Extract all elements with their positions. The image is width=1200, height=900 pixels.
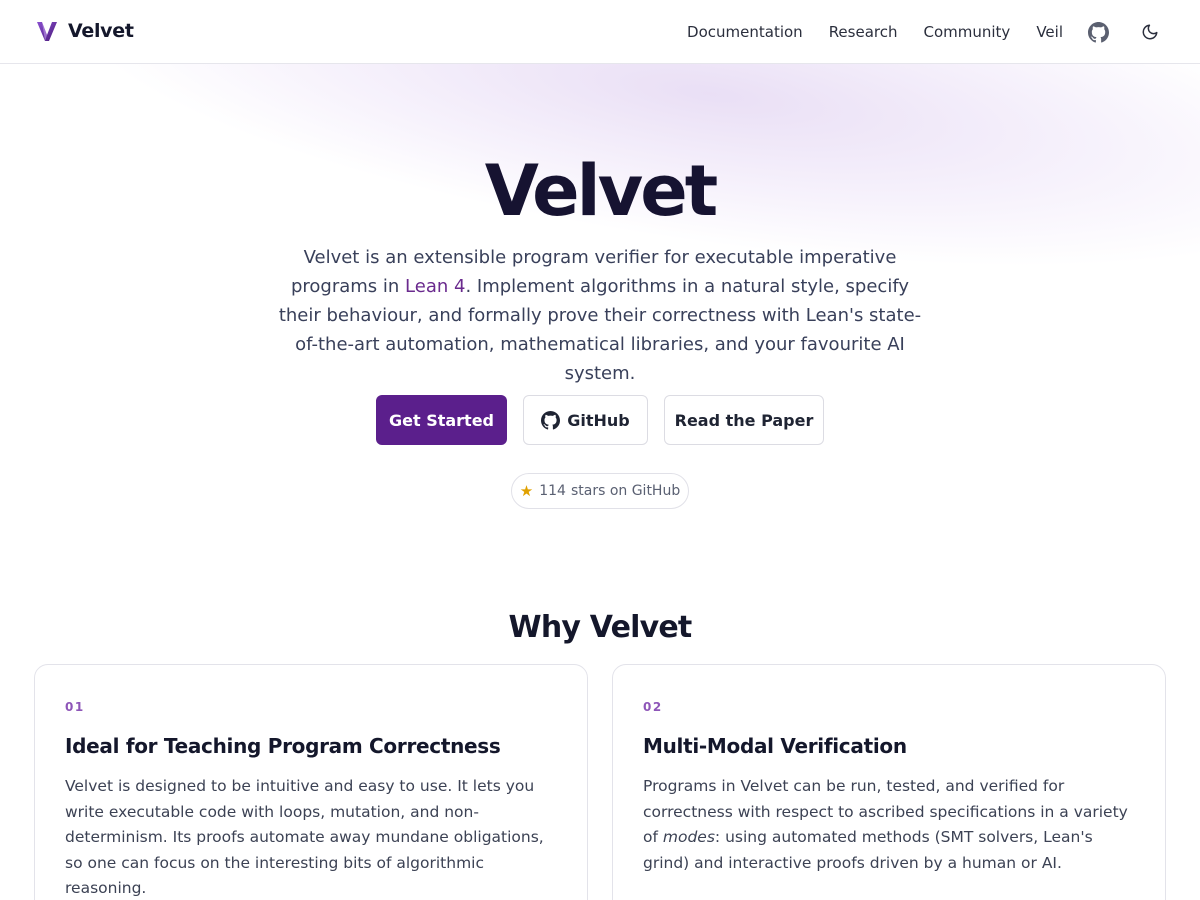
nav-link-research[interactable]: Research [829,23,898,41]
feature-card: 01 Ideal for Teaching Program Correctnes… [34,664,588,900]
hero-description: Velvet is an extensible program verifier… [270,243,930,388]
why-section-title: Why Velvet [508,610,693,645]
card-body-emphasis: modes [662,828,715,847]
card-number: 01 [65,700,85,714]
github-stars-badge[interactable]: ★ 114 stars on GitHub [511,473,689,509]
hero-title: Velvet [484,150,718,232]
card-number: 02 [643,700,663,714]
card-body: Programs in Velvet can be run, tested, a… [643,774,1135,876]
github-button[interactable]: GitHub [523,395,648,445]
feature-card: 02 Multi-Modal Verification Programs in … [612,664,1166,900]
github-icon[interactable] [1087,21,1109,43]
github-button-label: GitHub [567,410,630,430]
brand-name: Velvet [68,20,134,42]
brand[interactable]: Velvet [36,20,134,42]
main-nav: Documentation Research Community Veil [687,0,1200,64]
lean4-link[interactable]: Lean 4 [405,276,465,297]
get-started-button[interactable]: Get Started [376,395,507,445]
github-icon [541,410,561,430]
card-title: Multi-Modal Verification [643,734,907,758]
star-icon: ★ [519,482,534,500]
card-body: Velvet is designed to be intuitive and e… [65,777,544,898]
hero-actions: Get Started GitHub Read the Paper [0,395,1200,445]
top-nav-bar: Velvet Documentation Research Community … [0,0,1200,64]
stars-label: stars on GitHub [570,483,681,499]
nav-link-documentation[interactable]: Documentation [687,23,803,41]
velvet-logo-icon [37,22,57,41]
stars-count: 114 [539,483,566,499]
moon-icon[interactable] [1140,22,1160,42]
read-paper-button[interactable]: Read the Paper [664,395,824,445]
card-title: Ideal for Teaching Program Correctness [65,734,501,758]
nav-link-community[interactable]: Community [924,23,1011,41]
nav-link-veil[interactable]: Veil [1036,23,1063,41]
